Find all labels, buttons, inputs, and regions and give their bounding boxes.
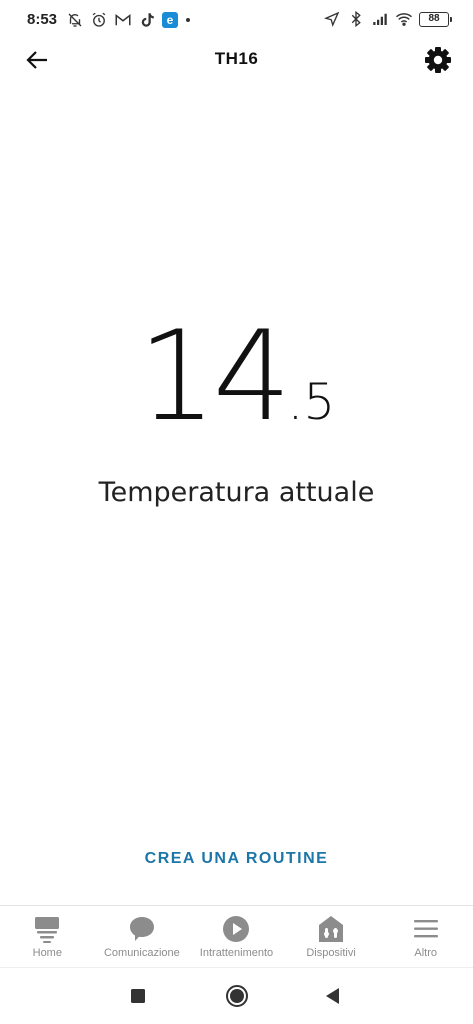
home-circle-icon — [226, 985, 248, 1007]
nav-label-altro: Altro — [414, 947, 437, 959]
status-bar: 8:53 e 88 — [0, 0, 473, 40]
temperature-label: Temperatura attuale — [98, 477, 375, 508]
nav-item-altro[interactable]: Altro — [378, 906, 473, 967]
wifi-icon — [395, 10, 413, 28]
alarm-icon — [90, 11, 108, 29]
back-triangle-icon — [326, 988, 339, 1004]
bluetooth-icon — [347, 10, 365, 28]
temperature-integer: 14 — [137, 305, 292, 449]
system-status-icons: 88 — [323, 10, 452, 28]
play-icon — [221, 914, 251, 944]
signal-icon — [371, 10, 389, 28]
home-icon — [32, 914, 62, 944]
bell-off-icon — [66, 11, 84, 29]
nav-label-comunicazione: Comunicazione — [103, 947, 180, 959]
recents-square-icon — [131, 989, 145, 1003]
bottom-nav: Home Comunicazione Intrattenimento Dispo… — [0, 905, 473, 967]
tiktok-icon — [138, 11, 156, 29]
notification-icons: e — [66, 11, 190, 29]
app-header: TH16 — [0, 40, 473, 80]
page-title: TH16 — [214, 49, 259, 68]
nav-item-intrattenimento[interactable]: Intrattenimento — [189, 906, 284, 967]
nav-item-dispositivi[interactable]: Dispositivi — [284, 906, 379, 967]
menu-lines-icon — [411, 914, 441, 944]
e-app-icon: e — [162, 12, 178, 28]
devices-home-icon — [316, 914, 346, 944]
nav-item-comunicazione[interactable]: Comunicazione — [95, 906, 190, 967]
nav-label-dispositivi: Dispositivi — [306, 947, 356, 959]
temperature-decimal: .5 — [287, 373, 336, 431]
nav-item-home[interactable]: Home — [0, 906, 95, 967]
gear-icon — [425, 47, 451, 73]
create-routine-button[interactable]: CREA UNA ROUTINE — [0, 850, 473, 868]
gmail-icon — [114, 11, 132, 29]
battery-indicator: 88 — [419, 11, 452, 27]
nav-label-intrattenimento: Intrattenimento — [199, 947, 274, 959]
location-icon — [323, 10, 341, 28]
nav-label-home: Home — [32, 947, 62, 959]
more-notifications-dot — [186, 18, 190, 22]
back-system-button[interactable] — [321, 984, 345, 1008]
temperature-reading: 14.5 — [0, 305, 473, 449]
recents-button[interactable] — [126, 984, 150, 1008]
chat-bubble-icon — [127, 914, 157, 944]
system-nav-bar — [0, 967, 473, 1024]
home-system-button[interactable] — [225, 984, 249, 1008]
status-time: 8:53 — [27, 11, 58, 28]
settings-button[interactable] — [423, 45, 453, 75]
